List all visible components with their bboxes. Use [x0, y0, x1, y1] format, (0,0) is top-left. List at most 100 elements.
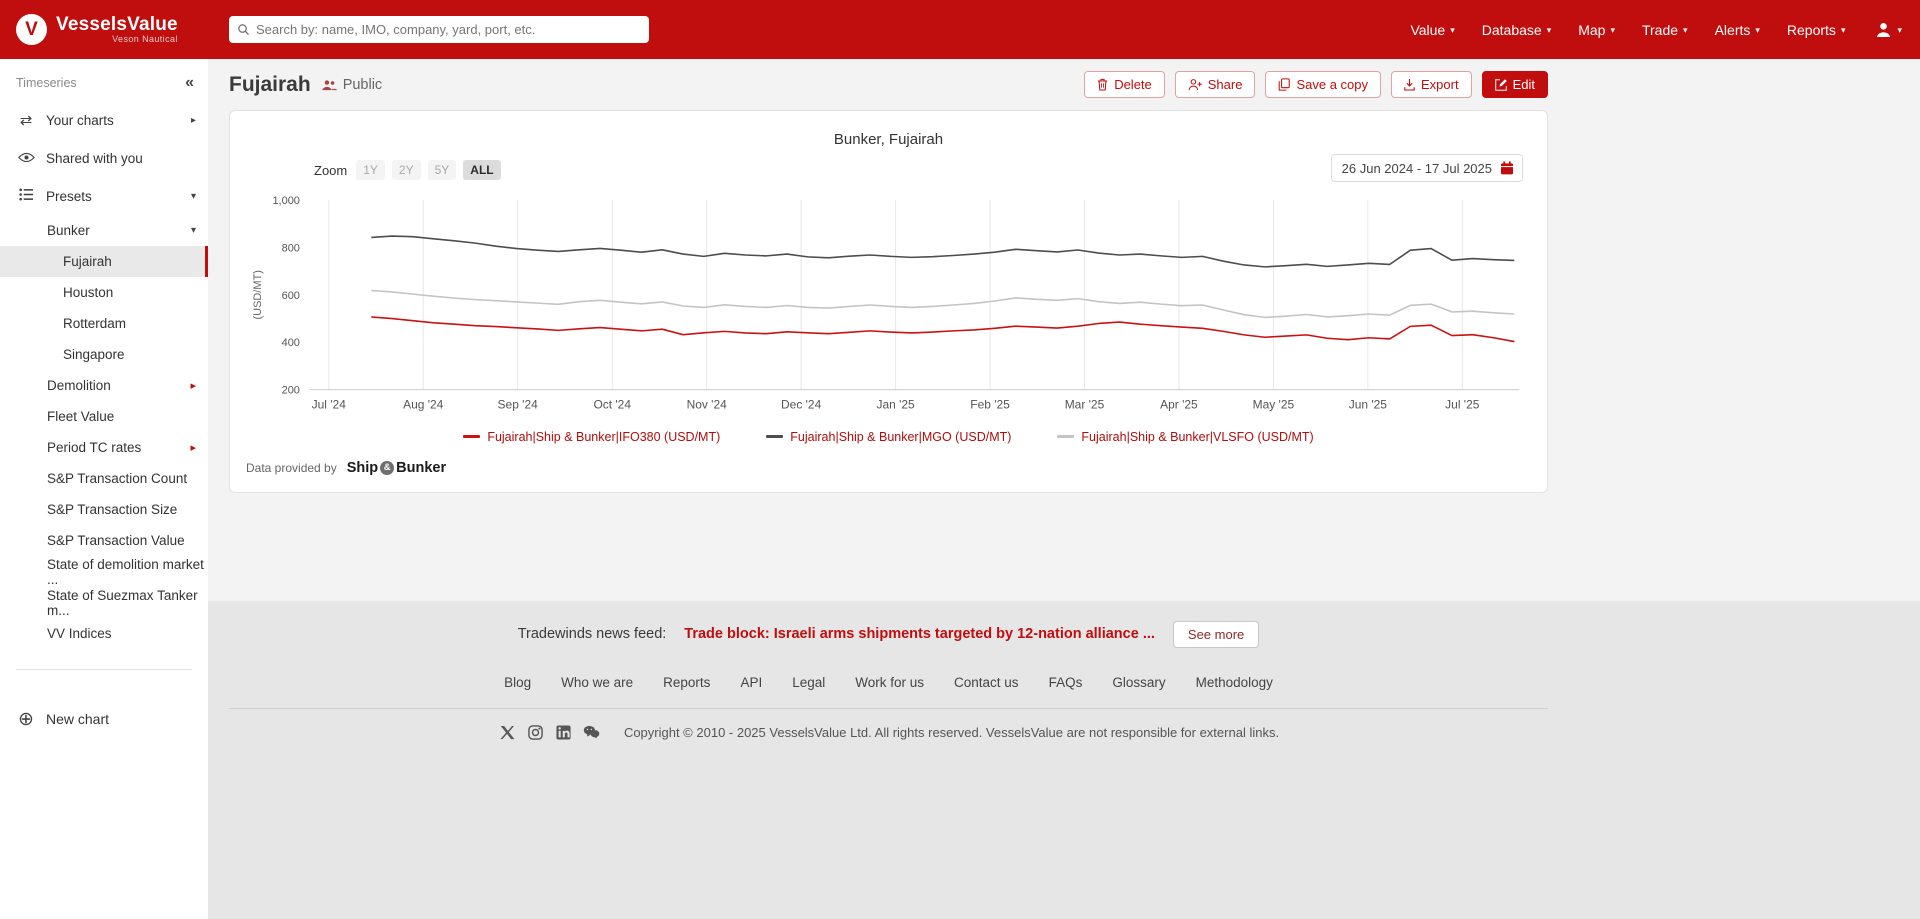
share-button[interactable]: Share — [1175, 71, 1256, 98]
footer-link-reports[interactable]: Reports — [663, 675, 710, 690]
footer-link-legal[interactable]: Legal — [792, 675, 825, 690]
footer-link-glossary[interactable]: Glossary — [1112, 675, 1165, 690]
sidebar-item-vv-indices[interactable]: VV Indices — [0, 618, 208, 649]
sidebar-item-rotterdam[interactable]: Rotterdam — [0, 308, 208, 339]
sidebar-item-fleet-value[interactable]: Fleet Value — [0, 401, 208, 432]
copy-icon — [1278, 78, 1290, 91]
export-button[interactable]: Export — [1391, 71, 1472, 98]
svg-text:Jul '25: Jul '25 — [1445, 398, 1480, 412]
sidebar-item-sp-transaction-size[interactable]: S&P Transaction Size — [0, 494, 208, 525]
legend-item-vlsfo[interactable]: Fujairah|Ship & Bunker|VLSFO (USD/MT) — [1057, 430, 1313, 444]
visibility-label: Public — [343, 77, 383, 93]
sidebar-item-label: Rotterdam — [63, 316, 126, 331]
plus-circle-icon: ⊕ — [16, 708, 36, 731]
nav-item-value[interactable]: Value▾ — [1410, 22, 1454, 38]
nav-item-trade[interactable]: Trade▾ — [1642, 22, 1688, 38]
sidebar-item-your-charts[interactable]: ⇄ Your charts ▸ — [0, 101, 208, 139]
search-input[interactable] — [256, 22, 641, 37]
sidebar-item-singapore[interactable]: Singapore — [0, 339, 208, 370]
sidebar-item-presets[interactable]: Presets ▾ — [0, 177, 208, 215]
chevron-down-icon: ▾ — [1897, 23, 1902, 36]
user-account-menu[interactable]: ▾ — [1875, 21, 1902, 38]
legend-label: Fujairah|Ship & Bunker|MGO (USD/MT) — [790, 430, 1011, 444]
nav-item-map[interactable]: Map▾ — [1578, 22, 1615, 38]
svg-text:Jul '24: Jul '24 — [312, 398, 347, 412]
footer-link-work-for-us[interactable]: Work for us — [855, 675, 924, 690]
chevron-down-icon: ▾ — [1610, 23, 1615, 36]
footer-bottom-row: Copyright © 2010 - 2025 VesselsValue Ltd… — [498, 723, 1279, 742]
footer-link-methodology[interactable]: Methodology — [1196, 675, 1273, 690]
chevron-right-icon: ▸ — [190, 441, 196, 454]
zoom-2y-button[interactable]: 2Y — [392, 160, 421, 180]
copyright-text: Copyright © 2010 - 2025 VesselsValue Ltd… — [624, 725, 1279, 740]
legend-dash-icon — [463, 435, 480, 438]
legend-label: Fujairah|Ship & Bunker|IFO380 (USD/MT) — [487, 430, 720, 444]
sidebar-item-state-of-demolition-market[interactable]: State of demolition market ... — [0, 556, 208, 587]
calendar-icon — [1500, 161, 1514, 175]
svg-text:Apr '25: Apr '25 — [1160, 398, 1198, 412]
ship-and-bunker-logo: Ship&Bunker — [347, 460, 446, 476]
footer-link-faqs[interactable]: FAQs — [1049, 675, 1083, 690]
ampersand-icon: & — [380, 461, 394, 475]
svg-text:Oct '24: Oct '24 — [593, 398, 631, 412]
chevron-down-icon: ▾ — [1547, 23, 1552, 36]
wechat-icon[interactable] — [582, 723, 601, 742]
zoom-all-button[interactable]: ALL — [463, 160, 500, 180]
top-nav-menu: Value▾ Database▾ Map▾ Trade▾ Alerts▾ Rep… — [1410, 22, 1845, 38]
sidebar-item-sp-transaction-value[interactable]: S&P Transaction Value — [0, 525, 208, 556]
svg-text:Nov '24: Nov '24 — [687, 398, 728, 412]
chart-plot[interactable]: Jul '24Aug '24Sep '24Oct '24Nov '24Dec '… — [246, 186, 1531, 424]
instagram-icon[interactable] — [526, 723, 545, 742]
zoom-controls: Zoom 1Y 2Y 5Y ALL — [314, 160, 501, 180]
nav-item-alerts[interactable]: Alerts▾ — [1715, 22, 1760, 38]
sidebar-item-label: Singapore — [63, 347, 125, 362]
legend-item-mgo[interactable]: Fujairah|Ship & Bunker|MGO (USD/MT) — [766, 430, 1011, 444]
x-twitter-icon[interactable] — [498, 723, 517, 742]
page-title: Fujairah — [229, 73, 311, 97]
zoom-1y-button[interactable]: 1Y — [356, 160, 385, 180]
delete-button[interactable]: Delete — [1084, 71, 1165, 98]
nav-item-database[interactable]: Database▾ — [1482, 22, 1551, 38]
global-search[interactable] — [229, 16, 649, 43]
nav-item-reports[interactable]: Reports▾ — [1787, 22, 1846, 38]
sidebar-item-sp-transaction-count[interactable]: S&P Transaction Count — [0, 463, 208, 494]
timeseries-chart[interactable]: Jul '24Aug '24Sep '24Oct '24Nov '24Dec '… — [246, 186, 1531, 424]
sidebar-item-shared-with-you[interactable]: Shared with you — [0, 139, 208, 177]
footer-link-contact-us[interactable]: Contact us — [954, 675, 1019, 690]
provider-label: Data provided by — [246, 461, 337, 475]
legend-label: Fujairah|Ship & Bunker|VLSFO (USD/MT) — [1081, 430, 1313, 444]
collapse-sidebar-icon[interactable]: « — [185, 75, 194, 91]
date-range-picker[interactable]: 26 Jun 2024 - 17 Jul 2025 — [1331, 154, 1523, 182]
footer-link-blog[interactable]: Blog — [504, 675, 531, 690]
user-icon — [1875, 21, 1892, 38]
edit-pencil-icon — [1495, 79, 1507, 91]
linkedin-icon[interactable] — [554, 723, 573, 742]
zoom-5y-button[interactable]: 5Y — [428, 160, 457, 180]
chart-title: Bunker, Fujairah — [246, 131, 1531, 148]
edit-button[interactable]: Edit — [1482, 71, 1548, 98]
brand-logo-block[interactable]: V VesselsValue Veson Nautical — [16, 14, 222, 45]
footer-link-api[interactable]: API — [740, 675, 762, 690]
see-more-button[interactable]: See more — [1173, 621, 1259, 648]
svg-text:Sep '24: Sep '24 — [498, 398, 539, 412]
legend-item-ifo380[interactable]: Fujairah|Ship & Bunker|IFO380 (USD/MT) — [463, 430, 720, 444]
sidebar-item-fujairah[interactable]: Fujairah — [0, 246, 208, 277]
news-headline-link[interactable]: Trade block: Israeli arms shipments targ… — [684, 626, 1155, 642]
sidebar-item-label: Houston — [63, 285, 113, 300]
sidebar-item-label: State of Suezmax Tanker m... — [47, 588, 208, 618]
footer-link-who-we-are[interactable]: Who we are — [561, 675, 633, 690]
sidebar-item-label: Presets — [46, 189, 92, 204]
sidebar-item-state-of-suezmax-tanker[interactable]: State of Suezmax Tanker m... — [0, 587, 208, 618]
sidebar-item-period-tc-rates[interactable]: Period TC rates ▸ — [0, 432, 208, 463]
sidebar-item-houston[interactable]: Houston — [0, 277, 208, 308]
sidebar-group-bunker[interactable]: Bunker ▾ — [0, 215, 208, 246]
sidebar-divider — [16, 669, 192, 670]
new-chart-button[interactable]: ⊕ New chart — [0, 700, 208, 738]
data-provider-row: Data provided by Ship&Bunker — [246, 460, 1531, 476]
chevron-down-icon: ▾ — [191, 191, 196, 202]
svg-text:(USD/MT): (USD/MT) — [252, 270, 264, 319]
top-navigation-bar: V VesselsValue Veson Nautical Value▾ Dat… — [0, 0, 1920, 59]
save-copy-button[interactable]: Save a copy — [1265, 71, 1381, 98]
legend-dash-icon — [1057, 435, 1074, 438]
sidebar-item-demolition[interactable]: Demolition ▸ — [0, 370, 208, 401]
